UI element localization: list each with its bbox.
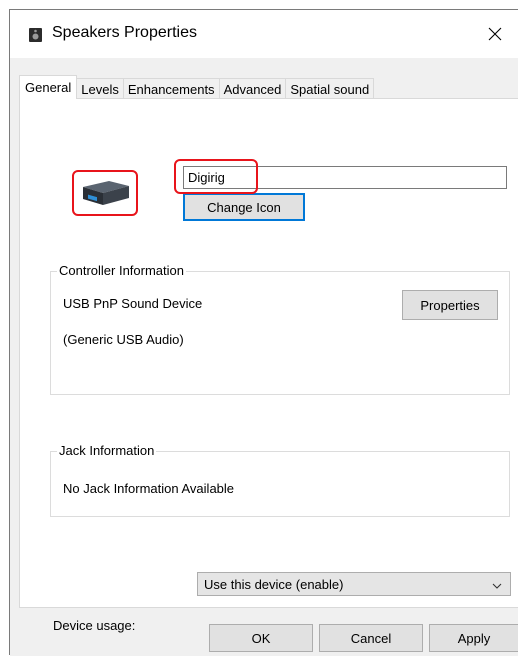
controller-properties-button[interactable]: Properties: [402, 290, 498, 320]
tab-enhancements[interactable]: Enhancements: [122, 78, 220, 99]
controller-information-label: Controller Information: [57, 263, 186, 279]
general-tab-panel: Change Icon Controller Information USB P…: [19, 98, 518, 633]
apply-button[interactable]: Apply: [429, 624, 518, 652]
controller-driver: (Generic USB Audio): [63, 332, 184, 347]
device-usage-select[interactable]: Use this device (enable): [197, 572, 511, 596]
controller-information-group: Controller Information USB PnP Sound Dev…: [50, 263, 510, 395]
tab-spatial-sound[interactable]: Spatial sound: [285, 78, 375, 99]
close-button[interactable]: [472, 20, 518, 50]
title-bar: Speakers Properties: [10, 10, 518, 58]
tab-advanced[interactable]: Advanced: [218, 78, 287, 99]
tab-strip: General Levels Enhancements Advanced Spa…: [19, 75, 375, 99]
jack-information-text: No Jack Information Available: [63, 481, 235, 496]
usb-audio-device-icon: [79, 177, 131, 210]
window-title: Speakers Properties: [52, 24, 197, 41]
controller-device-type: USB PnP Sound Device: [63, 296, 203, 311]
jack-information-group: Jack Information No Jack Information Ava…: [50, 443, 510, 517]
tab-levels[interactable]: Levels: [76, 78, 124, 99]
device-name-input[interactable]: [183, 166, 507, 189]
ok-button[interactable]: OK: [209, 624, 313, 652]
tab-general[interactable]: General: [19, 75, 78, 99]
dialog-content: General Levels Enhancements Advanced Spa…: [10, 58, 518, 656]
cancel-button[interactable]: Cancel: [319, 624, 423, 652]
close-icon: [488, 27, 502, 44]
jack-information-label: Jack Information: [57, 443, 157, 459]
chevron-down-icon: [492, 579, 502, 589]
speakers-properties-dialog: Speakers Properties General Levels Enhan…: [9, 9, 518, 656]
speaker-icon: [29, 28, 42, 42]
device-usage-selected: Use this device (enable): [204, 576, 344, 592]
change-icon-button[interactable]: Change Icon: [183, 193, 305, 221]
device-usage-label: Device usage:: [53, 618, 136, 633]
device-icon-highlight: [72, 170, 138, 216]
